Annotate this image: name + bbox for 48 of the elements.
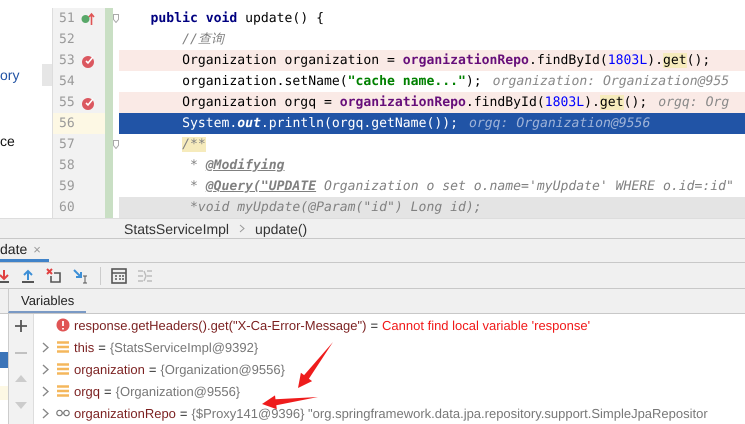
fold-icon[interactable] [113, 14, 119, 23]
variable-value: {StatsServiceImpl@9392} [110, 340, 258, 354]
line-number: 59 [59, 179, 75, 194]
evaluate-icon[interactable] [111, 268, 127, 284]
equals-sign: = [98, 340, 106, 354]
line-number: 53 [59, 53, 75, 68]
line-number: 55 [59, 95, 75, 110]
expand-icon[interactable] [42, 364, 48, 374]
tab-label: date [0, 241, 28, 258]
equals-sign: = [104, 384, 112, 398]
variable-name: this [74, 340, 94, 354]
equals-sign: = [180, 406, 188, 420]
equals-sign: = [148, 362, 156, 376]
frame-item [0, 352, 8, 368]
line-number: 56 [59, 116, 75, 131]
line-number: 57 [59, 137, 75, 152]
variable-value: Cannot find local variable 'response' [382, 318, 590, 332]
expand-icon[interactable] [42, 342, 48, 352]
frame-item [0, 386, 8, 400]
line-number: 52 [59, 32, 75, 47]
variable-name: organization [74, 362, 145, 376]
drop-frame-icon[interactable] [46, 268, 62, 284]
line-number: 58 [59, 158, 75, 173]
fold-icon[interactable] [113, 140, 119, 149]
variable-name: response.getHeaders().get("X-Ca-Error-Message") [74, 318, 366, 332]
chevron-icon [239, 224, 246, 234]
breakpoint-icon[interactable] [80, 96, 95, 110]
variable-name: organizationRepo [74, 406, 176, 420]
equals-sign: = [370, 318, 378, 332]
variable-value: {$Proxy141@9396} "org.springframework.data.jpa.repository.support.SimpleJpaRepositor [192, 406, 708, 420]
step-out-icon[interactable] [20, 268, 36, 284]
variable-name: orgq [74, 384, 100, 398]
line-number: 60 [59, 200, 75, 215]
variable-value: {Organization@9556} [160, 362, 285, 376]
run-to-cursor-icon[interactable] [72, 268, 90, 284]
add-icon[interactable] [15, 320, 27, 332]
breadcrumb-item[interactable]: update() [255, 220, 308, 237]
expand-icon[interactable] [42, 408, 48, 418]
expand-icon[interactable] [42, 386, 48, 396]
annotation-arrow [298, 342, 333, 388]
tree-item[interactable]: ce [0, 130, 52, 152]
line-number: 51 [59, 11, 75, 26]
step-into-icon[interactable] [0, 268, 10, 284]
annotation-arrow [262, 395, 318, 410]
line-number: 54 [59, 74, 75, 89]
breakpoint-icon[interactable] [80, 54, 95, 68]
variable-value: {Organization@9556} [116, 384, 240, 398]
breadcrumb-item[interactable]: StatsServiceImpl [124, 220, 230, 237]
